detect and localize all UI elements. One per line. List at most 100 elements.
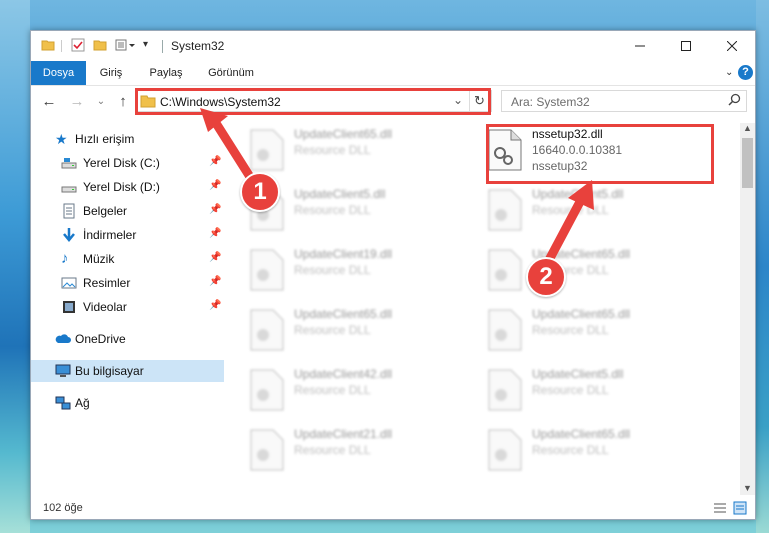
pin-icon[interactable]: 📌 [209,156,221,167]
properties-icon[interactable] [71,38,85,54]
nav-quick-access[interactable]: ★ Hızlı erişim [31,128,224,150]
cloud-icon [55,331,71,347]
dll-file-icon [249,129,285,171]
download-icon [61,227,77,243]
file-type: Resource DLL [532,383,609,397]
navigation-pane: ★ Hızlı erişim Yerel Disk (C:) 📌 Yerel D… [31,123,226,483]
nav-label: Resimler [83,276,131,290]
dll-file-icon [487,249,523,291]
pin-icon[interactable]: 📌 [209,276,221,287]
file-name: UpdateClient65.dll [532,427,631,441]
nav-label: Videolar [83,300,127,314]
file-name: UpdateClient65.dll [294,127,393,141]
maximize-button[interactable] [663,31,709,61]
close-button[interactable] [709,31,755,61]
search-box[interactable]: Ara: System32 [501,90,747,112]
nav-label: Hızlı erişim [75,132,135,146]
ribbon-tabs: Dosya Giriş Paylaş Görünüm ⌄ ? [31,61,755,86]
tab-home[interactable]: Giriş [91,61,131,85]
nav-label: Müzik [83,252,115,266]
dll-file-icon [487,309,523,351]
chevron-down-icon[interactable]: ▾ [143,39,148,55]
scroll-down-icon[interactable]: ▼ [743,483,752,493]
file-item[interactable]: UpdateClient65.dll Resource DLL [249,123,477,179]
file-item[interactable]: UpdateClient65.dll Resource DLL [487,423,715,479]
tab-view[interactable]: Görünüm [201,61,261,85]
dll-file-icon [487,189,523,231]
scroll-thumb[interactable] [742,138,753,188]
close-icon [727,41,737,51]
folder-icon [41,38,55,54]
status-bar: 102 öğe [31,497,755,519]
nav-item-documents[interactable]: Belgeler 📌 [31,200,224,222]
file-highlight [486,124,714,184]
pin-icon[interactable]: 📌 [209,252,221,263]
tab-file[interactable]: Dosya [31,61,86,85]
nav-item-disk-c[interactable]: Yerel Disk (C:) 📌 [31,152,224,174]
file-type: Resource DLL [532,443,609,457]
pin-icon[interactable]: 📌 [209,204,221,215]
file-item[interactable]: UpdateClient19.dll Resource DLL [249,243,477,299]
file-item[interactable]: UpdateClient42.dll Resource DLL [249,363,477,419]
recent-locations-icon[interactable]: ⌄ [93,94,109,110]
dll-file-icon [487,369,523,411]
file-type: Resource DLL [294,203,371,217]
nav-item-disk-d[interactable]: Yerel Disk (D:) 📌 [31,176,224,198]
nav-label: Yerel Disk (C:) [83,156,160,170]
star-icon: ★ [55,131,68,147]
step-badge-2: 2 [526,257,566,297]
tab-share[interactable]: Paylaş [141,61,191,85]
file-item[interactable]: UpdateClient65.dll Resource DLL [487,243,715,299]
music-icon: ♪ [61,250,69,267]
network-icon [55,395,71,411]
nav-item-pictures[interactable]: Resimler 📌 [31,272,224,294]
search-input[interactable]: Ara: System32 [511,95,590,109]
nav-item-downloads[interactable]: İndirmeler 📌 [31,224,224,246]
nav-item-videos[interactable]: Videolar 📌 [31,296,224,318]
dll-file-icon [249,429,285,471]
customize-qa-icon[interactable] [115,38,139,54]
file-item[interactable]: UpdateClient5.dll Resource DLL [249,183,477,239]
help-icon[interactable]: ? [738,65,753,80]
nav-item-music[interactable]: ♪ Müzik 📌 [31,248,224,270]
pin-icon[interactable]: 📌 [209,180,221,191]
nav-this-pc[interactable]: Bu bilgisayar [31,360,224,382]
file-name: UpdateClient5.dll [294,187,386,201]
file-item[interactable]: UpdateClient65.dll Resource DLL [487,303,715,359]
up-arrow-icon[interactable]: ↑ [115,94,131,110]
file-type: Resource DLL [294,383,371,397]
dll-file-icon [487,429,523,471]
address-bar-highlight [135,88,491,115]
pin-icon[interactable]: 📌 [209,228,221,239]
vertical-scrollbar[interactable]: ▲ ▼ [740,123,755,495]
file-type: Resource DLL [294,143,371,157]
file-name: UpdateClient21.dll [294,427,393,441]
details-view-icon[interactable] [713,501,727,518]
new-folder-icon[interactable] [93,38,107,54]
pictures-icon [61,275,77,291]
nav-label: Yerel Disk (D:) [83,180,160,194]
nav-label: Belgeler [83,204,128,218]
forward-arrow-icon[interactable]: → [69,94,85,110]
file-name: UpdateClient19.dll [294,247,393,261]
nav-network[interactable]: Ağ [31,392,224,414]
minimize-button[interactable] [617,31,663,61]
pin-icon[interactable]: 📌 [209,300,221,311]
dll-file-icon [249,249,285,291]
nav-onedrive[interactable]: OneDrive [31,328,224,350]
file-item[interactable]: UpdateClient5.dll Resource DLL [487,183,715,239]
file-item[interactable]: UpdateClient65.dll Resource DLL [249,303,477,359]
file-type: Resource DLL [294,323,371,337]
large-icons-view-icon[interactable] [733,501,747,518]
window-title: System32 [171,39,225,53]
dll-file-icon [249,369,285,411]
back-arrow-icon[interactable]: ← [41,94,57,110]
drive-icon [61,179,77,195]
search-icon [728,93,741,109]
scroll-up-icon[interactable]: ▲ [743,123,752,133]
file-item[interactable]: UpdateClient5.dll Resource DLL [487,363,715,419]
expand-ribbon-icon[interactable]: ⌄ [725,67,733,78]
file-item[interactable]: UpdateClient21.dll Resource DLL [249,423,477,479]
file-type: Resource DLL [294,263,371,277]
documents-icon [61,203,77,219]
